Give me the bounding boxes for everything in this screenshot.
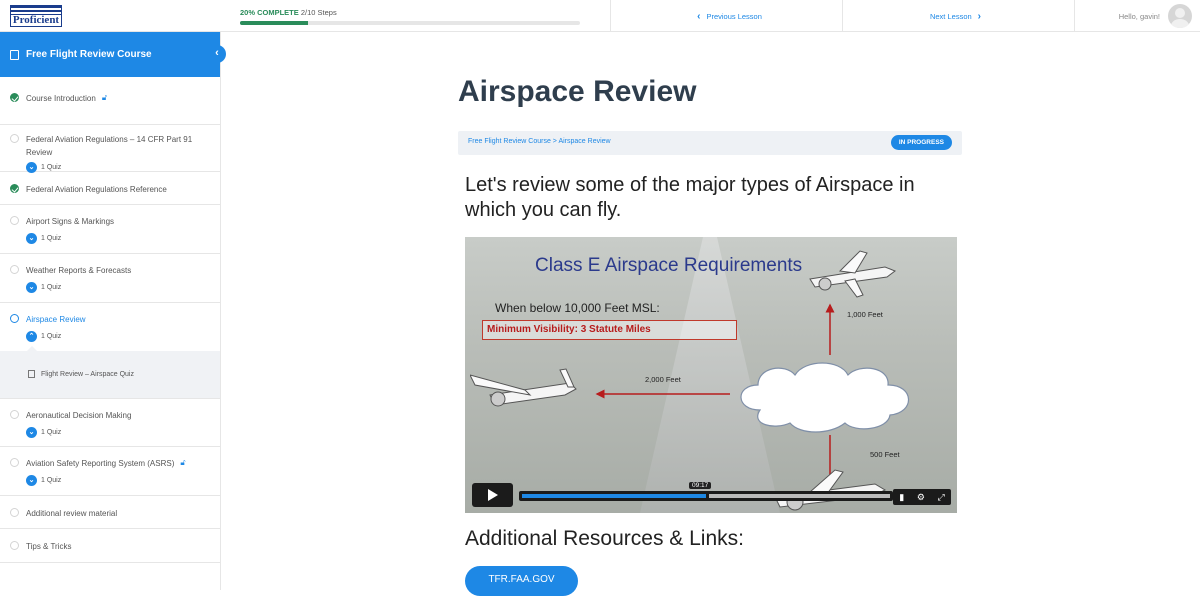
- unlock-icon: 🔓︎: [180, 458, 186, 467]
- breadcrumb[interactable]: Free Flight Review Course > Airspace Rev…: [468, 138, 611, 145]
- chevron-left-icon: ‹: [215, 47, 219, 59]
- quiz-toggle[interactable]: ⌄ 1 Quiz: [26, 232, 210, 244]
- complete-check-icon: [10, 93, 19, 102]
- quiz-count: 1 Quiz: [41, 164, 62, 171]
- lesson-title: Course Introduction: [26, 94, 96, 103]
- incomplete-circle-icon: [10, 508, 19, 517]
- quiz-count: 1 Quiz: [41, 283, 62, 291]
- breadcrumb-bar: Free Flight Review Course > Airspace Rev…: [458, 131, 962, 155]
- quiz-toggle[interactable]: ⌄ 1 Quiz: [26, 426, 210, 438]
- resources-heading: Additional Resources & Links:: [465, 527, 744, 550]
- quiz-toggle[interactable]: ⌃ 1 Quiz: [26, 330, 210, 342]
- sidebar-item-airport-signs[interactable]: Airport Signs & Markings ⌄ 1 Quiz: [0, 205, 220, 254]
- lesson-intro: Let's review some of the major types of …: [465, 174, 915, 221]
- chevron-down-icon: ⌄: [26, 426, 37, 438]
- lesson-title: Tips & Tricks: [26, 542, 72, 551]
- status-badge: IN PROGRESS: [890, 135, 952, 150]
- sidebar-item-weather-reports[interactable]: Weather Reports & Forecasts ⌄ 1 Quiz: [0, 254, 220, 303]
- previous-lesson-button[interactable]: ‹ Previous Lesson: [610, 0, 842, 32]
- page-title: Airspace Review: [458, 75, 697, 108]
- chevron-left-icon: ‹: [697, 10, 701, 22]
- sidebar-item-additional-review[interactable]: Additional review material: [0, 496, 220, 529]
- chevron-down-icon: ⌄: [26, 474, 37, 486]
- chevron-up-icon: ⌃: [26, 330, 37, 342]
- next-lesson-button[interactable]: Next Lesson ›: [842, 0, 1074, 32]
- avatar[interactable]: [1168, 4, 1192, 28]
- distance-label-left: 2,000 Feet: [645, 375, 681, 384]
- sidebar-item-asrs[interactable]: Aviation Safety Reporting System (ASRS) …: [0, 447, 220, 496]
- quiz-count: 1 Quiz: [41, 476, 62, 484]
- lesson-title: Weather Reports & Forecasts: [26, 266, 132, 275]
- video-progress-fill: [522, 494, 706, 498]
- lesson-title: Aviation Safety Reporting System (ASRS): [26, 459, 175, 468]
- incomplete-circle-icon: [10, 458, 19, 467]
- video-buffer-bar: [709, 494, 890, 498]
- progress-percent: 20% COMPLETE: [240, 8, 299, 17]
- quiz-count: 1 Quiz: [41, 428, 62, 436]
- course-header[interactable]: Free Flight Review Course ‹: [0, 32, 226, 77]
- lesson-title: Airport Signs & Markings: [26, 217, 115, 226]
- settings-gear-icon[interactable]: ⚙: [917, 492, 925, 503]
- chevron-down-icon: ⌄: [26, 281, 37, 293]
- distance-label-up: 1,000 Feet: [847, 310, 883, 319]
- quiz-count: 1 Quiz: [41, 332, 62, 340]
- quiz-item-label: Flight Review – Airspace Quiz: [41, 370, 134, 378]
- video-player[interactable]: Class E Airspace Requirements When below…: [465, 237, 957, 513]
- document-icon: [10, 49, 19, 60]
- progress-bar: [240, 21, 580, 25]
- volume-icon[interactable]: ▮: [899, 492, 904, 503]
- lesson-title: Airspace Review: [26, 315, 86, 324]
- course-title: Free Flight Review Course: [26, 49, 152, 60]
- incomplete-circle-icon: [10, 134, 19, 143]
- video-progress-track[interactable]: [519, 491, 893, 501]
- complete-check-icon: [10, 184, 19, 193]
- sidebar-item-course-introduction[interactable]: Course Introduction 🔓︎: [0, 77, 220, 125]
- sidebar-item-aeronautical-decision-making[interactable]: Aeronautical Decision Making ⌄ 1 Quiz: [0, 399, 220, 447]
- user-menu[interactable]: Hello, gavin!: [1074, 0, 1200, 32]
- progress-text: 20% COMPLETE 2/10 Steps: [240, 8, 580, 17]
- sidebar-item-far-reference[interactable]: Federal Aviation Regulations Reference: [0, 172, 220, 205]
- incomplete-circle-icon: [10, 265, 19, 274]
- progress-bar-fill: [240, 21, 308, 25]
- proficient-logo[interactable]: Proficient: [10, 5, 62, 27]
- collapse-sidebar-button[interactable]: ‹: [208, 45, 226, 63]
- user-greeting: Hello, gavin!: [1118, 11, 1160, 21]
- top-bar: Proficient 20% COMPLETE 2/10 Steps ‹ Pre…: [0, 0, 1200, 32]
- unlock-icon: 🔓︎: [101, 93, 108, 102]
- chevron-down-icon: ⌄: [26, 232, 37, 244]
- course-sidebar: Free Flight Review Course ‹ Course Intro…: [0, 32, 226, 590]
- chevron-right-icon: ›: [977, 10, 982, 22]
- quiz-list: Flight Review – Airspace Quiz: [0, 346, 220, 399]
- current-circle-icon: [10, 314, 19, 323]
- incomplete-circle-icon: [10, 216, 19, 225]
- lesson-title: Additional review material: [26, 509, 118, 518]
- video-timecode: 09:17: [689, 482, 712, 489]
- lesson-title: Aeronautical Decision Making: [26, 411, 132, 420]
- quiz-icon: [28, 370, 35, 378]
- video-controls: 09:17 ▮ ⚙ ⤢: [465, 480, 957, 510]
- lesson-title: Federal Aviation Regulations Reference: [26, 185, 167, 194]
- previous-lesson-label: Previous Lesson: [706, 11, 762, 21]
- tfr-faa-gov-button[interactable]: TFR.FAA.GOV: [465, 566, 578, 596]
- play-button[interactable]: [472, 483, 513, 507]
- course-progress: 20% COMPLETE 2/10 Steps: [240, 8, 580, 25]
- quiz-item-airspace[interactable]: Flight Review – Airspace Quiz: [28, 370, 134, 378]
- progress-steps: 2/10 Steps: [300, 8, 337, 17]
- quiz-count: 1 Quiz: [41, 234, 62, 242]
- incomplete-circle-icon: [10, 410, 19, 419]
- sidebar-item-airspace-review[interactable]: Airspace Review ⌃ 1 Quiz: [0, 303, 220, 351]
- distance-label-down: 500 Feet: [870, 450, 900, 459]
- logo-text: Proficient: [12, 14, 60, 26]
- video-control-icons: ▮ ⚙ ⤢: [893, 489, 951, 505]
- lesson-title: Federal Aviation Regulations – 14 CFR Pa…: [26, 135, 193, 157]
- quiz-toggle[interactable]: ⌄ 1 Quiz: [26, 281, 210, 293]
- airplane-icon: [470, 368, 577, 407]
- sidebar-item-far-part-91-review[interactable]: Federal Aviation Regulations – 14 CFR Pa…: [0, 125, 220, 173]
- airplane-icon: [809, 250, 897, 298]
- fullscreen-icon[interactable]: ⤢: [937, 492, 944, 503]
- sidebar-item-tips-tricks[interactable]: Tips & Tricks: [0, 529, 220, 563]
- quiz-toggle[interactable]: ⌄ 1 Quiz: [26, 474, 210, 486]
- next-lesson-label: Next Lesson: [929, 11, 972, 21]
- incomplete-circle-icon: [10, 541, 19, 550]
